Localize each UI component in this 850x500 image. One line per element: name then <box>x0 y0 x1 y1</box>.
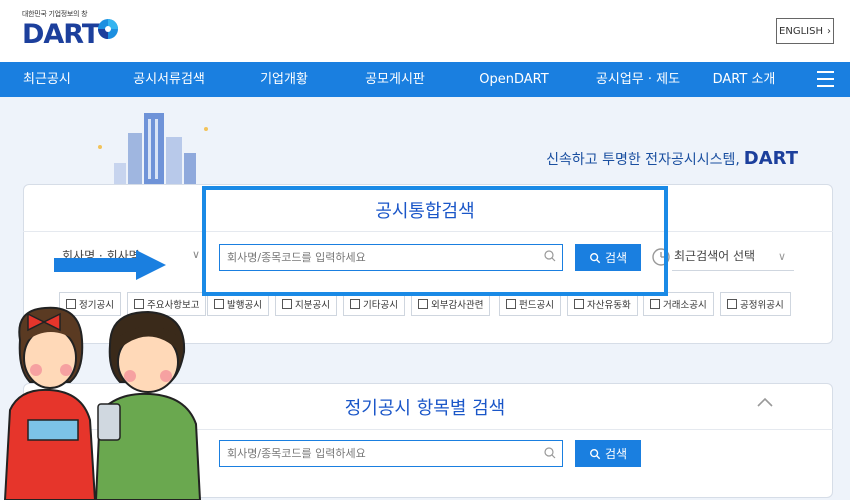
highlight-box <box>202 186 668 296</box>
banner-slogan: 신속하고 투명한 전자공시시스템, DART <box>546 148 798 169</box>
chevron-down-icon: ∨ <box>192 248 201 261</box>
english-button-label: ENGLISH <box>779 25 823 37</box>
filter-label: 외부감사관련 <box>431 300 484 311</box>
children-illustration-icon <box>3 306 202 500</box>
hamburger-menu-icon[interactable] <box>817 71 834 87</box>
logo-swirl-icon <box>98 19 118 39</box>
nav-item-about-dart[interactable]: DART 소개 <box>713 62 776 97</box>
search-icon <box>544 447 556 459</box>
nav-item-disclosure-system[interactable]: 공시업무 · 제도 <box>596 62 680 97</box>
chevron-down-icon: ∨ <box>778 250 787 263</box>
recent-search-select[interactable]: 최근검색어 선택 <box>672 244 794 271</box>
nav-item-document-search[interactable]: 공시서류검색 <box>133 62 205 97</box>
periodic-search-button-label: 검색 <box>604 447 628 461</box>
top-header <box>0 0 850 62</box>
chevron-right-icon: › <box>826 25 831 37</box>
periodic-search-button[interactable]: 검색 <box>575 440 641 467</box>
buildings-illustration-icon <box>98 113 208 191</box>
nav-item-offering-board[interactable]: 공모게시판 <box>365 62 425 97</box>
main-nav: 최근공시 공시서류검색 기업개황 공모게시판 OpenDART 공시업무 · 제… <box>0 62 850 97</box>
nav-item-company-overview[interactable]: 기업개황 <box>260 62 308 97</box>
filter-label: 펀드공시 <box>519 300 554 311</box>
filter-label: 기타공시 <box>363 300 398 311</box>
chevron-up-icon[interactable] <box>756 396 774 408</box>
filter-label: 지분공시 <box>295 300 330 311</box>
filter-label: 자산유동화 <box>587 300 631 311</box>
periodic-search-input[interactable]: 회사명/종목코드를 입력하세요 <box>219 440 563 467</box>
slogan-text: 신속하고 투명한 전자공시시스템, <box>546 152 740 168</box>
filter-label: 공정위공시 <box>740 300 784 311</box>
english-button[interactable]: ENGLISH › <box>776 18 834 44</box>
filter-checkbox[interactable]: 공정위공시 <box>720 292 791 316</box>
nav-item-recent[interactable]: 최근공시 <box>23 62 71 97</box>
pointer-arrow-icon <box>54 250 166 280</box>
search-icon <box>589 448 601 459</box>
logo-subtitle: 대한민국 기업정보의 창 <box>22 10 88 18</box>
filter-label: 발행공시 <box>227 300 262 311</box>
nav-item-opendart[interactable]: OpenDART <box>479 62 548 97</box>
dart-logo[interactable]: DART <box>22 19 100 50</box>
filter-label: 거래소공시 <box>663 300 707 311</box>
slogan-brand: DART <box>743 148 798 169</box>
